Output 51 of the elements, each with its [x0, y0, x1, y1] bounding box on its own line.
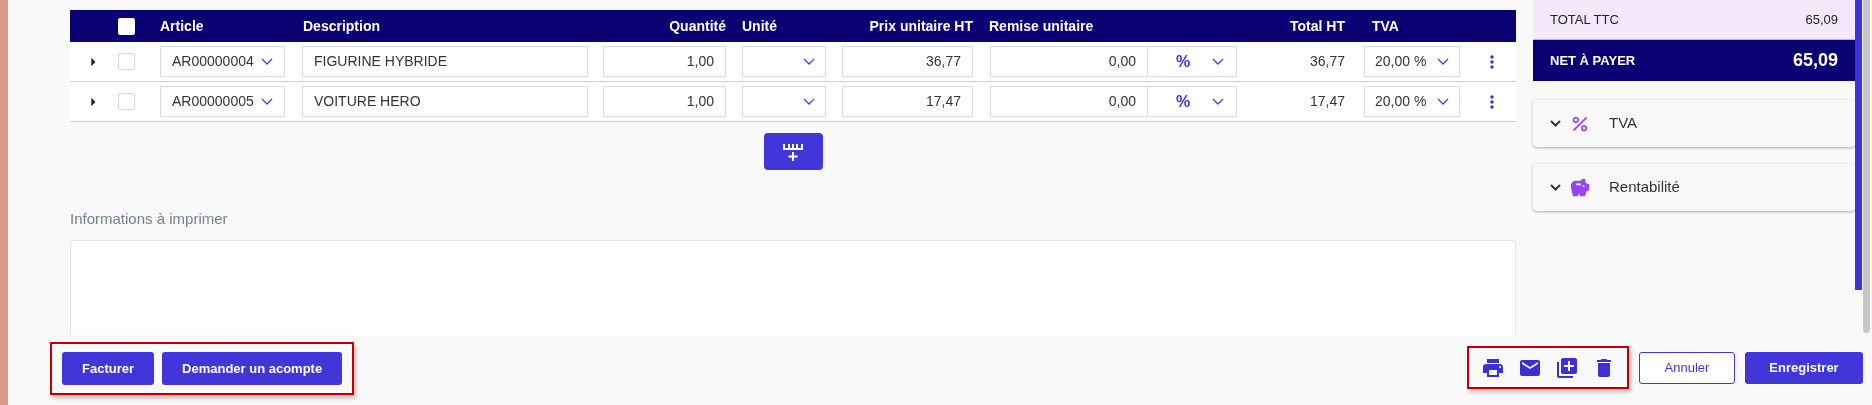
action-button[interactable]: Facturer: [62, 352, 155, 385]
column-header: Total HT: [1289, 16, 1346, 36]
piggy-bank-icon: [1569, 176, 1591, 199]
action-button[interactable]: Demander un acompte: [162, 352, 343, 385]
chevron-down-icon: [1212, 57, 1224, 66]
chevron-down-icon: [803, 97, 815, 106]
column-header: Description: [302, 16, 381, 36]
net-value: 65,09: [1792, 49, 1838, 72]
article-select[interactable]: AR00000004: [160, 46, 285, 77]
checkbox[interactable]: [118, 93, 135, 110]
total-cell-text: 36,77: [1308, 52, 1346, 71]
discount-field[interactable]: 0,00: [990, 46, 1148, 77]
chevron-down-icon: [1437, 57, 1449, 66]
article-select[interactable]: AR00000005: [160, 86, 285, 117]
discount-field[interactable]: 0,00: [990, 86, 1148, 117]
section-label: Informations à imprimer: [70, 209, 229, 229]
discount-type-select[interactable]: %: [1148, 86, 1237, 117]
checkbox[interactable]: [118, 53, 135, 70]
chevron-down-icon: [1437, 97, 1449, 106]
description-field[interactable]: FIGURINE HYBRIDE: [302, 46, 588, 77]
quantity-field[interactable]: 1,00: [603, 86, 726, 117]
chevron-down-icon: [261, 97, 273, 106]
column-header: Unité: [741, 16, 778, 36]
chevron-down-icon: [261, 57, 273, 66]
column-header: Article: [159, 16, 205, 36]
collapsible-section[interactable]: TVA: [1533, 100, 1855, 147]
column-header: Prix unitaire HT: [868, 16, 974, 36]
description-field[interactable]: VOITURE HERO: [302, 86, 588, 117]
add-copy-button[interactable]: [1554, 355, 1579, 380]
vat-select[interactable]: 20,00 %: [1364, 86, 1460, 117]
section-title: TVA: [1609, 113, 1638, 134]
chevron-down-icon: [803, 57, 815, 66]
quantity-field[interactable]: 1,00: [603, 46, 726, 77]
vat-select[interactable]: 20,00 %: [1364, 46, 1460, 77]
cancel-button[interactable]: Annuler: [1639, 351, 1735, 384]
total-value: 65,09: [1805, 10, 1838, 29]
collapsible-section[interactable]: Rentabilité: [1533, 164, 1855, 211]
section-title: Rentabilité: [1609, 177, 1680, 198]
total-label: TOTAL TTC: [1550, 10, 1619, 29]
net-label: NET À PAYER: [1550, 51, 1636, 70]
total-cell-text: 17,47: [1308, 92, 1346, 111]
unit-price-field[interactable]: 36,77: [842, 46, 973, 77]
add-row-button[interactable]: [763, 133, 823, 170]
checkbox[interactable]: [118, 17, 135, 35]
column-header: Quantité: [668, 16, 727, 36]
column-header: TVA: [1371, 16, 1400, 36]
discount-type-select[interactable]: %: [1148, 46, 1237, 77]
column-header: Remise unitaire: [988, 16, 1095, 36]
unit-price-field[interactable]: 17,47: [842, 86, 973, 117]
save-button[interactable]: Enregistrer: [1745, 351, 1863, 384]
chevron-down-icon: [1212, 97, 1224, 106]
